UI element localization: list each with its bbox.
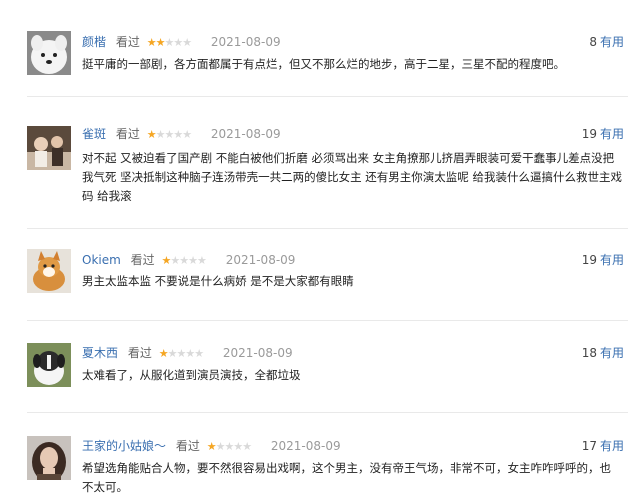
useful-button[interactable]: 有用: [600, 35, 624, 49]
star-empty-icon: ★: [179, 254, 189, 267]
avatar[interactable]: [27, 31, 71, 75]
avatar[interactable]: [27, 249, 71, 293]
useful-count: 17: [581, 439, 597, 453]
rating-stars: ★★★★★: [161, 252, 207, 270]
useful-vote[interactable]: 19 有用: [582, 251, 624, 269]
divider: [27, 320, 628, 321]
review-date: 2021-08-09: [225, 253, 296, 267]
useful-button[interactable]: 有用: [600, 346, 624, 360]
avatar[interactable]: [27, 343, 71, 387]
divider: [27, 412, 628, 413]
review-content: 太难看了，从服化道到演员演技，全都垃圾: [82, 368, 301, 382]
rating-stars: ★★★★★: [158, 345, 204, 363]
star-empty-icon: ★: [164, 128, 174, 141]
star-filled-icon: ★: [146, 36, 157, 49]
useful-vote[interactable]: 8 有用: [589, 33, 624, 51]
review-meta: 夏木西 看过 ★★★★★ 2021-08-09: [82, 344, 293, 362]
review-content: 希望选角能贴合人物，要不然很容易出戏啊，这个男主，没有帝王气场，非常不可，女主咋…: [82, 461, 611, 494]
star-empty-icon: ★: [233, 440, 243, 453]
username-link[interactable]: Okiem: [82, 253, 121, 267]
useful-button[interactable]: 有用: [600, 439, 624, 453]
review-meta: 雀斑 看过 ★★★★★ 2021-08-09: [82, 125, 281, 143]
rating-stars: ★★★★★: [206, 438, 252, 456]
divider: [27, 228, 628, 229]
useful-vote[interactable]: 17 有用: [582, 437, 624, 455]
username-link[interactable]: 雀斑: [82, 127, 106, 141]
star-filled-icon: ★: [146, 128, 157, 141]
review-content: 挺平庸的一部剧，各方面都属于有点烂，但又不那么烂的地步，高于二星，三星不配的程度…: [82, 57, 565, 71]
star-empty-icon: ★: [242, 440, 252, 453]
avatar[interactable]: [27, 126, 71, 170]
review-date: 2021-08-09: [210, 127, 281, 141]
useful-button[interactable]: 有用: [600, 127, 624, 141]
useful-count: 18: [581, 346, 597, 360]
star-empty-icon: ★: [176, 347, 186, 360]
useful-count: 19: [581, 127, 597, 141]
avatar[interactable]: [27, 436, 71, 480]
username-link[interactable]: 王家的小姑娘～: [82, 439, 166, 453]
star-empty-icon: ★: [173, 128, 183, 141]
review-date: 2021-08-09: [210, 35, 281, 49]
review-meta: 颜楷 看过 ★★★★★ 2021-08-09: [82, 33, 281, 51]
rating-stars: ★★★★★: [146, 34, 192, 52]
star-filled-icon: ★: [206, 440, 217, 453]
divider: [27, 96, 628, 97]
watched-label: 看过: [175, 439, 200, 453]
watched-label: 看过: [130, 253, 155, 267]
star-empty-icon: ★: [194, 347, 204, 360]
review-meta: 王家的小姑娘～ 看过 ★★★★★ 2021-08-09: [82, 437, 341, 455]
username-link[interactable]: 颜楷: [82, 35, 106, 49]
star-empty-icon: ★: [182, 128, 192, 141]
rating-stars: ★★★★★: [146, 126, 192, 144]
review-date: 2021-08-09: [270, 439, 341, 453]
useful-button[interactable]: 有用: [600, 253, 624, 267]
watched-label: 看过: [115, 35, 140, 49]
star-empty-icon: ★: [196, 254, 207, 267]
star-empty-icon: ★: [188, 254, 198, 267]
star-empty-icon: ★: [173, 36, 183, 49]
useful-vote[interactable]: 18 有用: [582, 344, 624, 362]
review-date: 2021-08-09: [222, 346, 293, 360]
star-filled-icon: ★: [158, 347, 169, 360]
useful-count: 19: [581, 253, 597, 267]
watched-label: 看过: [127, 346, 152, 360]
useful-count: 8: [589, 35, 597, 49]
username-link[interactable]: 夏木西: [82, 346, 118, 360]
star-empty-icon: ★: [182, 36, 192, 49]
star-empty-icon: ★: [185, 347, 195, 360]
useful-vote[interactable]: 19 有用: [582, 125, 624, 143]
review-content: 男主太监本监 不要说是什么病娇 是不是大家都有眼睛: [82, 274, 354, 288]
star-empty-icon: ★: [224, 440, 234, 453]
star-empty-icon: ★: [164, 36, 174, 49]
star-empty-icon: ★: [170, 254, 180, 267]
watched-label: 看过: [115, 127, 140, 141]
review-meta: Okiem 看过 ★★★★★ 2021-08-09: [82, 251, 295, 269]
review-content: 对不起 又被迫看了国产剧 不能白被他们折磨 必须骂出来 女主角撩那儿挤眉弄眼装可…: [82, 151, 622, 203]
